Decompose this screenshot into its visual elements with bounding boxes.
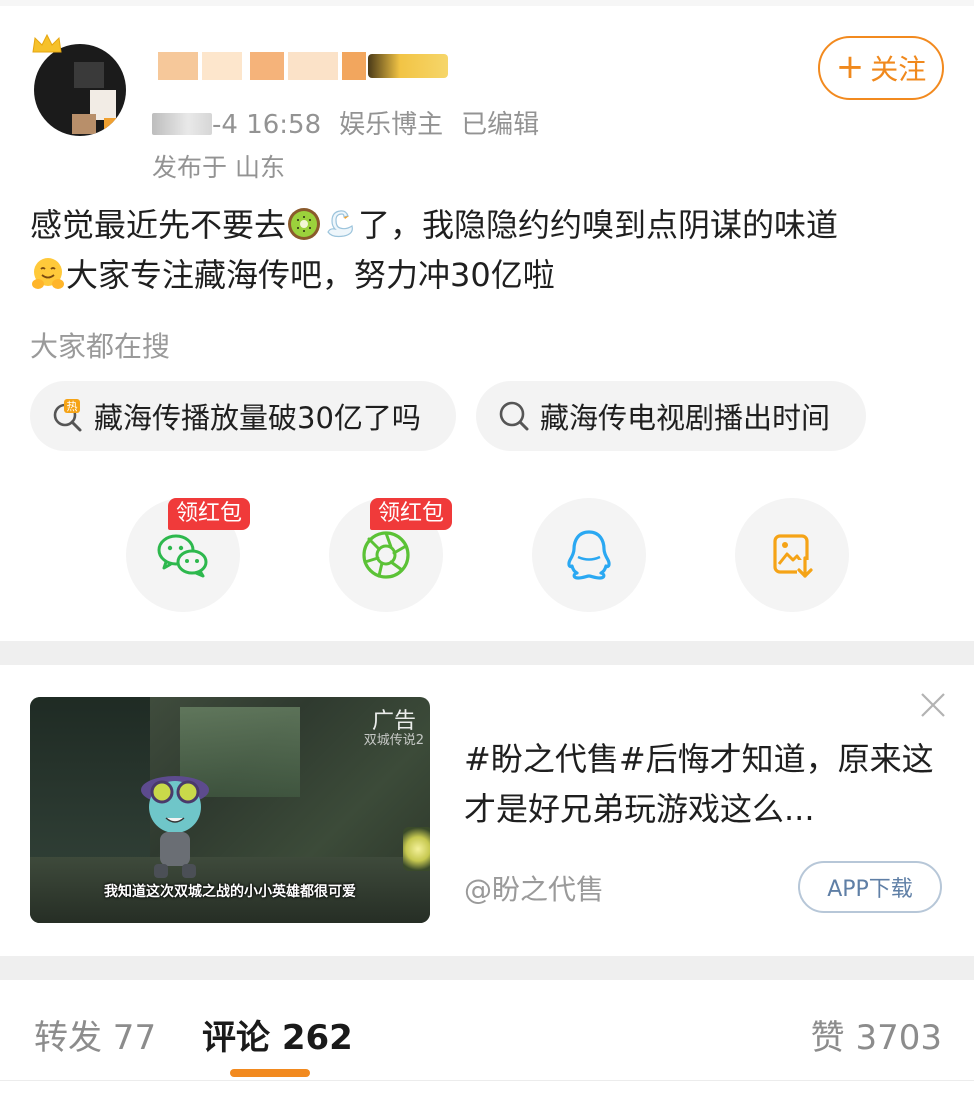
- hug-emoji-icon: [32, 258, 64, 289]
- app-download-button[interactable]: APP下载: [798, 861, 942, 913]
- hot-search-icon: 热: [53, 399, 82, 432]
- post-text: 感觉最近先不要去 了，我隐隐约约嗅到点阴谋的味道 大家专注藏海传吧，努力冲30亿啦: [30, 200, 950, 300]
- post-location: 发布于 山东: [152, 153, 285, 182]
- crown-icon: [32, 33, 62, 53]
- share-qq-button[interactable]: [532, 498, 646, 612]
- post-time: -4 16:58: [212, 110, 322, 140]
- post-text-part: 大家专注藏海传吧，努力冲30亿啦: [66, 256, 555, 294]
- section-divider: [0, 956, 974, 980]
- wechat-icon: [157, 534, 208, 578]
- follow-button[interactable]: + 关注: [818, 36, 944, 100]
- ad-source[interactable]: @盼之代售: [464, 868, 604, 908]
- post-meta: -4 16:58 娱乐博主 已编辑: [152, 104, 539, 141]
- kiwi-emoji-icon: [288, 208, 321, 240]
- swan-emoji-icon: [327, 210, 353, 238]
- username-blurred[interactable]: [158, 52, 448, 82]
- edited-label[interactable]: 已编辑: [461, 110, 539, 140]
- section-divider: [0, 641, 974, 665]
- redpack-badge: 领红包: [370, 498, 453, 530]
- search-chip-label: 藏海传电视剧播出时间: [540, 401, 831, 435]
- ad-video-subtitle: 我知道这次双城之战的小小英雄都很可爱: [104, 884, 356, 900]
- redpack-badge: 领红包: [168, 498, 251, 530]
- post-text-part: 感觉最近先不要去: [30, 206, 287, 244]
- avatar[interactable]: [30, 33, 126, 142]
- search-icon: [499, 401, 529, 431]
- search-chip-hot[interactable]: 热 藏海传播放量破30亿了吗: [30, 381, 456, 451]
- follow-label: 关注: [870, 53, 927, 86]
- author-role: 娱乐博主: [339, 110, 444, 140]
- active-tab-indicator: [230, 1069, 310, 1077]
- save-image-button[interactable]: [735, 498, 849, 612]
- search-chip[interactable]: 藏海传电视剧播出时间: [476, 381, 866, 451]
- search-heading: 大家都在搜: [30, 330, 171, 363]
- plus-icon: +: [835, 46, 865, 87]
- qq-icon: [567, 530, 611, 580]
- save-image-icon: [773, 534, 813, 578]
- wechat-moments-icon: [362, 531, 410, 579]
- game-name: 双城传说2: [363, 733, 424, 748]
- tab-like[interactable]: 赞 3703: [811, 1010, 942, 1059]
- date-blur: [152, 113, 212, 135]
- game-character-image: [141, 776, 209, 878]
- close-icon[interactable]: [918, 690, 948, 720]
- tab-comment[interactable]: 评论 262: [202, 1010, 353, 1059]
- svg-text:热: 热: [67, 400, 78, 413]
- post-text-part: 了，我隐隐约约嗅到点阴谋的味道: [358, 206, 839, 244]
- tab-divider: [0, 1080, 974, 1081]
- search-chip-label: 藏海传播放量破30亿了吗: [94, 401, 421, 435]
- top-divider: [0, 0, 974, 6]
- ad-title[interactable]: #盼之代售#后悔才知道，原来这才是好兄弟玩游戏这么...: [464, 734, 944, 834]
- tab-repost[interactable]: 转发 77: [34, 1010, 156, 1059]
- ad-thumbnail[interactable]: 广告 双城传说2 我知道这次双城之战的小小英雄都很可爱: [30, 697, 430, 923]
